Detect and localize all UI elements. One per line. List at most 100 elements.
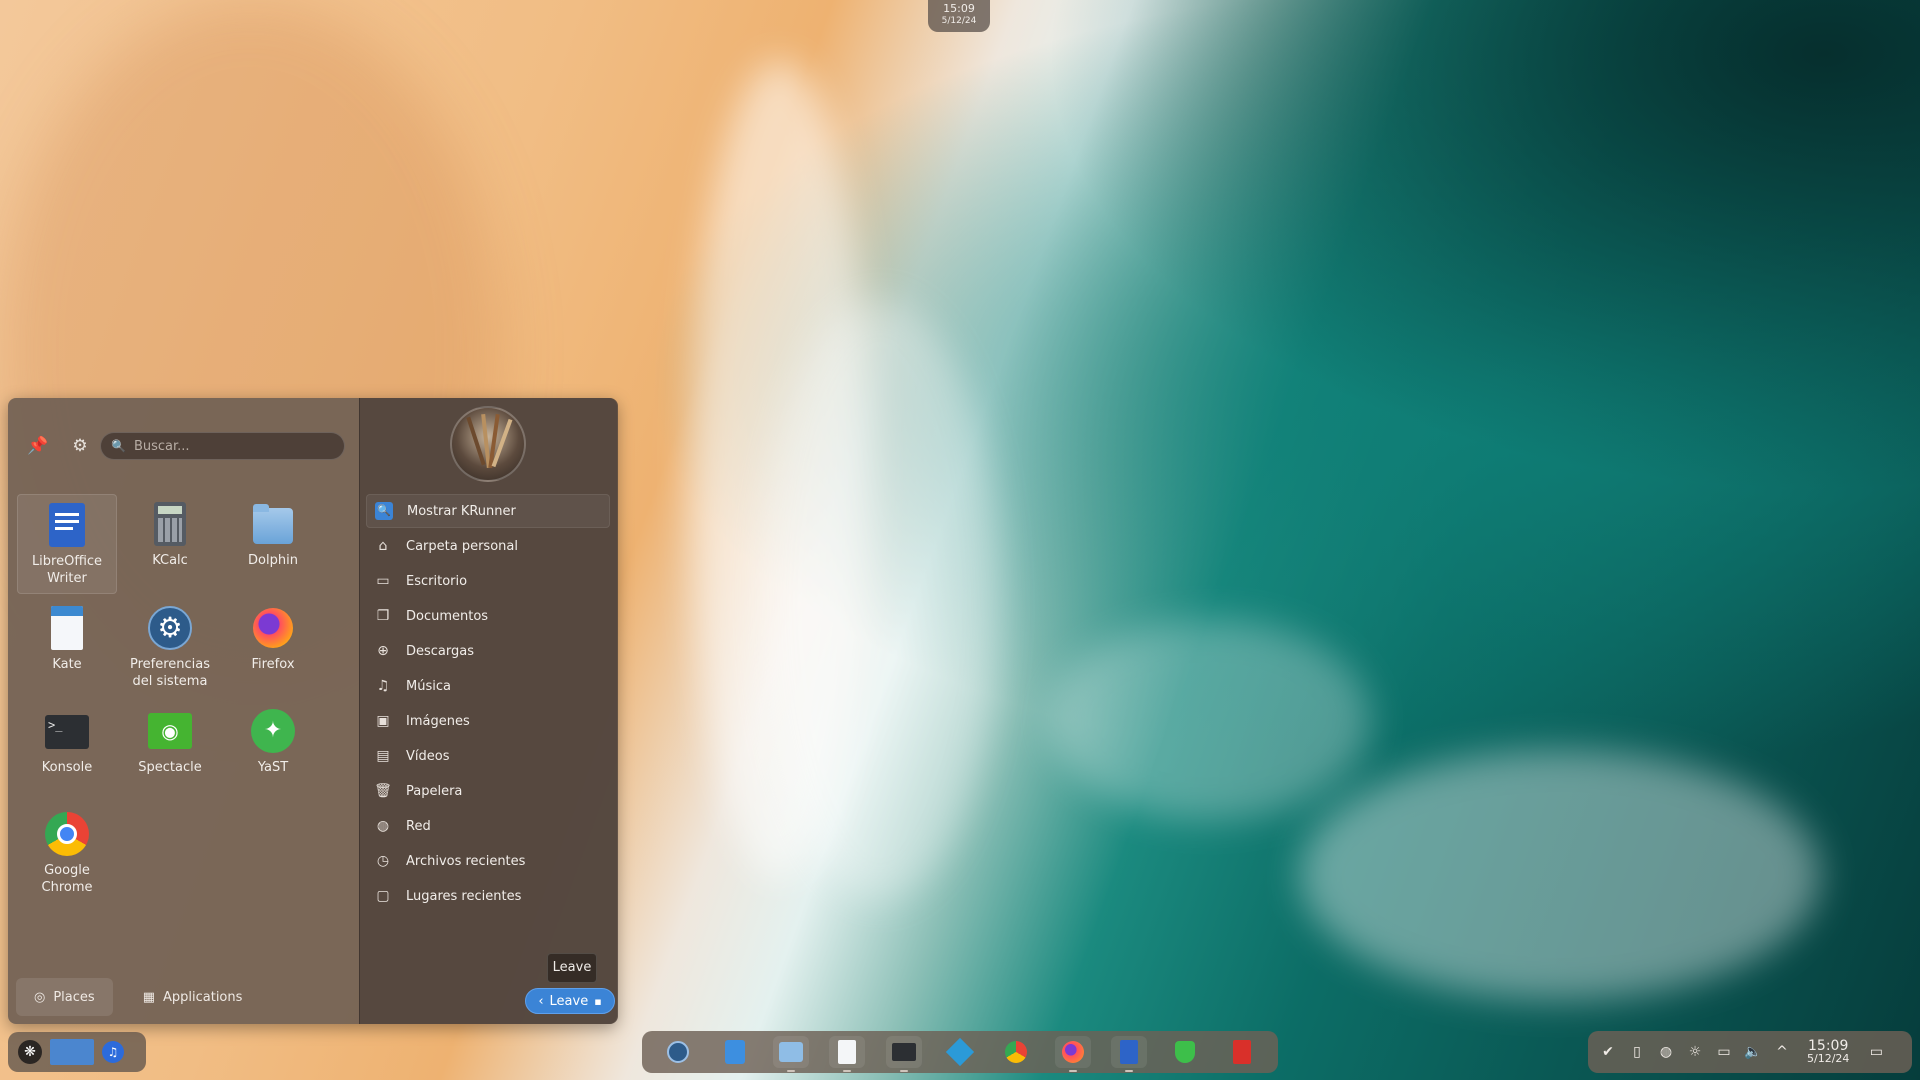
app-system-settings[interactable]: ⚙ Preferencias del sistema (120, 598, 220, 698)
place-pictures[interactable]: ▣ Imágenes (366, 704, 610, 738)
place-label: Lugares recientes (406, 888, 522, 904)
system-settings-icon: ⚙ (146, 604, 194, 652)
place-desktop[interactable]: ▭ Escritorio (366, 564, 610, 598)
music-player-icon[interactable]: ♫ (102, 1041, 124, 1063)
application-launcher: 📌 ⚙ 🔍 LibreOffice Writer KCalc (8, 398, 618, 1024)
app-label: Dolphin (248, 553, 298, 568)
launcher-left-pane: 📌 ⚙ 🔍 LibreOffice Writer KCalc (8, 398, 358, 1024)
app-label: LibreOffice (31, 554, 103, 569)
leave-tooltip: Leave (547, 953, 597, 983)
music-icon: ♫ (376, 678, 390, 694)
app-libreoffice-writer[interactable]: LibreOffice Writer (17, 494, 117, 594)
place-label: Música (406, 678, 451, 694)
chevron-up-icon[interactable]: ^ (1772, 1042, 1792, 1062)
place-label: Descargas (406, 643, 475, 659)
show-desktop-icon[interactable]: ▭ (1866, 1042, 1886, 1062)
volume-icon[interactable]: 🔈 (1743, 1042, 1763, 1062)
pager-icon[interactable] (50, 1039, 94, 1065)
app-kcalc[interactable]: KCalc (120, 494, 220, 594)
user-avatar[interactable] (450, 406, 526, 482)
libreoffice-writer-dock-icon[interactable] (1111, 1036, 1148, 1072)
app-spectacle[interactable]: ◉ Spectacle (120, 701, 220, 801)
updates-icon[interactable]: ✔ (1598, 1042, 1618, 1062)
place-music[interactable]: ♫ Música (366, 669, 610, 703)
discover-dock-icon[interactable] (717, 1036, 753, 1068)
network-icon[interactable]: ◍ (1656, 1042, 1676, 1062)
firefox-dock-icon[interactable] (1054, 1036, 1091, 1072)
place-label: Red (406, 818, 431, 834)
place-label: Carpeta personal (406, 538, 518, 554)
app-konsole[interactable]: >_ Konsole (17, 701, 117, 801)
place-documents[interactable]: ❐ Documentos (366, 599, 610, 633)
download-icon: ⊕ (377, 643, 389, 659)
task-manager-dock (642, 1031, 1278, 1073)
kcalc-icon (146, 500, 194, 548)
tab-applications[interactable]: ▦ Applications (125, 978, 261, 1016)
place-videos[interactable]: ▤ Vídeos (366, 739, 610, 773)
spectacle-icon: ◉ (146, 707, 194, 755)
launcher-icon[interactable]: ❋ (18, 1040, 42, 1064)
settings-icon[interactable]: ⚙ (68, 434, 92, 458)
leave-button[interactable]: ‹ Leave ▪ (525, 988, 615, 1014)
wallpaper-foam (1300, 750, 1820, 1000)
place-krunner[interactable]: 🔍 Mostrar KRunner (366, 494, 610, 528)
dolphin-icon (249, 500, 297, 548)
tab-applications-label: Applications (162, 989, 243, 1005)
top-clock-widget[interactable]: 15:09 5/12/24 (928, 0, 990, 32)
tab-places-label: Places (53, 989, 95, 1005)
search-field[interactable]: 🔍 (100, 432, 345, 460)
leave-button-label: Leave (549, 993, 589, 1009)
tray-clock-time: 15:09 (1808, 1038, 1849, 1054)
wallpaper-foam (1050, 620, 1370, 820)
compass-icon: ◎ (34, 989, 46, 1005)
back-icon: ‹ (538, 993, 544, 1009)
recent-locations-icon: ▢ (376, 888, 390, 904)
system-settings-dock-icon[interactable] (660, 1036, 696, 1068)
place-downloads[interactable]: ⊕ Descargas (366, 634, 610, 668)
virtualbox-dock-icon[interactable] (942, 1036, 978, 1068)
launcher-right-pane: 🔍 Mostrar KRunner ⌂ Carpeta personal ▭ E… (359, 398, 618, 1024)
app-kate[interactable]: Kate (17, 598, 117, 698)
grid-icon: ▦ (142, 989, 155, 1005)
yast-icon: ✦ (249, 707, 297, 755)
firefox-icon (249, 604, 297, 652)
place-label: Imágenes (406, 713, 470, 729)
place-recent-locations[interactable]: ▢ Lugares recientes (366, 879, 610, 913)
app-google-chrome[interactable]: Google Chrome (17, 804, 117, 904)
app-yast[interactable]: ✦ YaST (223, 701, 323, 801)
kate-icon (43, 604, 91, 652)
place-label: Documentos (406, 608, 489, 624)
pin-icon[interactable]: 📌 (26, 434, 50, 458)
place-label: Papelera (406, 783, 463, 799)
chrome-icon (43, 810, 91, 858)
top-clock-time: 15:09 (943, 2, 975, 15)
recent-files-icon: ◷ (376, 853, 390, 869)
app-label: YaST (257, 760, 289, 775)
tray-clock[interactable]: 15:09 5/12/24 (1807, 1039, 1849, 1065)
video-icon: ▤ (376, 748, 390, 764)
konsole-icon: >_ (43, 707, 91, 755)
app-label: Preferencias (129, 657, 211, 672)
left-panel: ❋ ♫ (8, 1032, 146, 1072)
brightness-icon[interactable]: ☼ (1685, 1042, 1705, 1062)
place-recent-files[interactable]: ◷ Archivos recientes (366, 844, 610, 878)
konsole-dock-icon[interactable] (885, 1036, 922, 1072)
place-network[interactable]: ◍ Red (366, 809, 610, 843)
search-input[interactable] (131, 437, 336, 455)
kate-dock-icon[interactable] (829, 1036, 866, 1072)
tab-places[interactable]: ◎ Places (16, 978, 113, 1016)
tray-clock-date: 5/12/24 (1807, 1052, 1850, 1065)
chrome-dock-icon[interactable] (998, 1036, 1034, 1068)
app-firefox[interactable]: Firefox (223, 598, 323, 698)
place-home[interactable]: ⌂ Carpeta personal (366, 529, 610, 563)
shield-dock-icon[interactable] (1167, 1036, 1203, 1068)
pdf-viewer-dock-icon[interactable] (1224, 1036, 1260, 1068)
app-dolphin[interactable]: Dolphin (223, 494, 323, 594)
display-icon[interactable]: ▭ (1714, 1042, 1734, 1062)
lock-icon: ▪ (594, 994, 602, 1008)
dolphin-dock-icon[interactable] (772, 1036, 809, 1072)
place-trash[interactable]: 🗑 Papelera (366, 774, 610, 808)
trash-icon: 🗑 (374, 783, 392, 799)
clipboard-icon[interactable]: ▯ (1627, 1042, 1647, 1062)
place-label: Archivos recientes (406, 853, 526, 869)
